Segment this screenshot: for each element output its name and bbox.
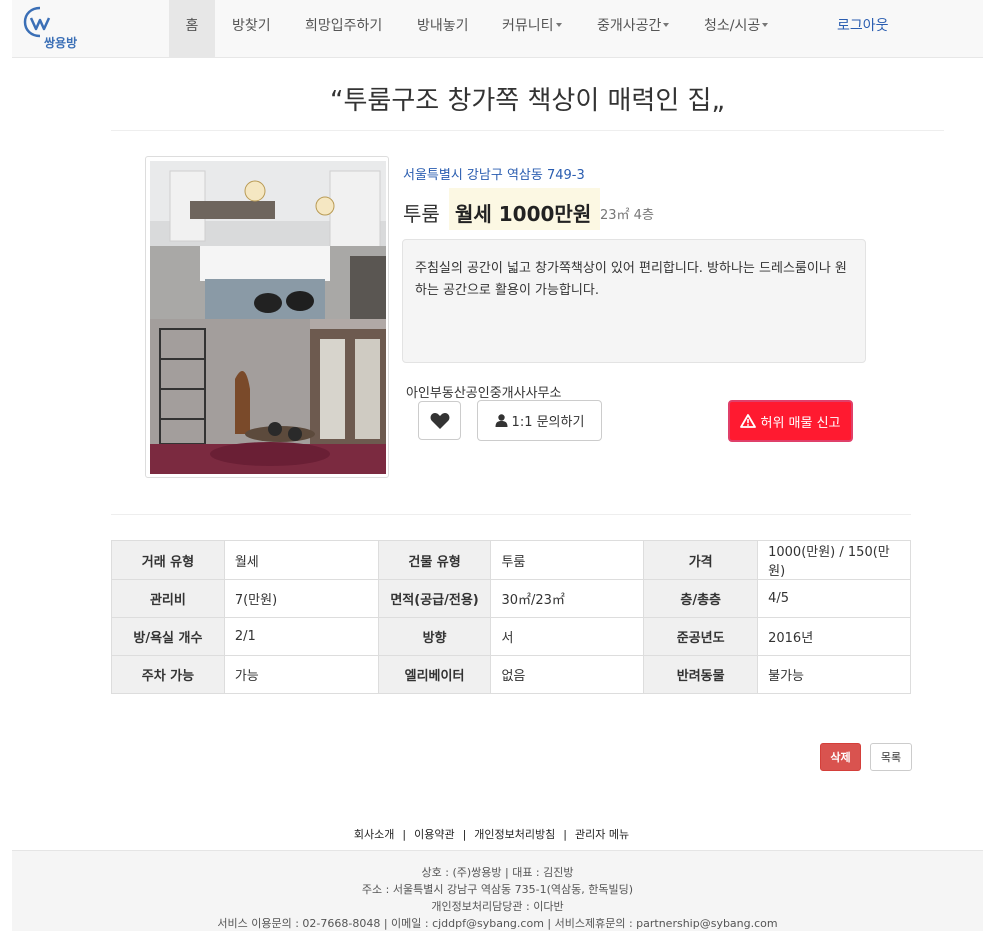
- footer-link-privacy[interactable]: 개인정보처리방침: [474, 828, 555, 841]
- detail-value: 1000(만원) / 150(만원): [757, 540, 911, 580]
- detail-label: 방/욕실 개수: [111, 617, 225, 656]
- detail-label: 층/총층: [643, 579, 759, 618]
- size-floor: 23㎡ 4층: [600, 208, 654, 223]
- footer: 상호 : (주)쌍용방 | 대표 : 김진방 주소 : 서울특별시 강남구 역삼…: [12, 850, 983, 931]
- warning-icon: [740, 414, 757, 428]
- footer-address: 주소 : 서울특별시 강남구 역삼동 735-1(역삼동, 한독빌딩): [361, 883, 634, 896]
- detail-value: 불가능: [757, 655, 911, 694]
- detail-label: 준공년도: [643, 617, 759, 656]
- chevron-down-icon: [663, 23, 670, 27]
- detail-value: 없음: [490, 655, 645, 694]
- inquiry-label: 1:1 문의하기: [511, 415, 585, 430]
- chevron-down-icon: [762, 23, 769, 27]
- detail-value: 투룸: [490, 540, 645, 580]
- inquiry-button[interactable]: 1:1 문의하기: [477, 400, 602, 441]
- listing-title: “투룸구조 창가쪽 책상이 매력인 집„: [330, 86, 725, 116]
- table-row: 방/욕실 개수 2/1 방향 서 준공년도 2016년: [111, 617, 911, 656]
- nav-logout[interactable]: 로그아웃: [837, 0, 889, 58]
- title-divider: [111, 130, 944, 131]
- listing-address: 서울특별시 강남구 역삼동 749-3: [403, 168, 585, 183]
- footer-link-admin[interactable]: 관리자 메뉴: [575, 828, 629, 841]
- user-icon: [495, 414, 508, 427]
- detail-value: 월세: [223, 540, 379, 580]
- nav-community-label: 커뮤니티: [502, 18, 554, 34]
- listing-price: 월세 1000만원: [455, 202, 592, 226]
- detail-label: 방향: [377, 617, 492, 656]
- table-row: 거래 유형 월세 건물 유형 투룸 가격 1000(만원) / 150(만원): [111, 540, 911, 580]
- footer-company: 상호 : (주)쌍용방 | 대표 : 김진방: [421, 866, 574, 879]
- nav-wish-move-in[interactable]: 희망입주하기: [305, 0, 382, 58]
- list-button[interactable]: 목록: [870, 743, 912, 771]
- detail-value: 가능: [223, 655, 379, 694]
- report-false-listing-button[interactable]: 허위 매물 신고: [728, 400, 853, 442]
- footer-link-terms[interactable]: 이용약관: [414, 828, 454, 841]
- separator: |: [462, 828, 467, 841]
- detail-value: 30㎡/23㎡: [490, 579, 645, 618]
- detail-label: 엘리베이터: [377, 655, 492, 694]
- report-label: 허위 매물 신고: [760, 415, 841, 431]
- separator: |: [402, 828, 407, 841]
- agency-name: 아인부동산공인중개사사무소: [406, 386, 562, 401]
- detail-value: 7(만원): [223, 579, 379, 618]
- detail-label: 반려동물: [643, 655, 759, 694]
- delete-button[interactable]: 삭제: [820, 743, 861, 771]
- listing-description: 주침실의 공간이 넓고 창가쪽책상이 있어 편리합니다. 방하나는 드레스룸이나…: [402, 239, 866, 363]
- nav-home[interactable]: 홈: [169, 0, 215, 58]
- footer-privacy-officer: 개인정보처리담당관 : 이다반: [431, 900, 564, 913]
- detail-label: 거래 유형: [111, 540, 225, 580]
- footer-link-about[interactable]: 회사소개: [354, 828, 394, 841]
- navbar: 쌍용방 홈 방찾기 희망입주하기 방내놓기 커뮤니티 중개사공간 청소/시공 로…: [12, 0, 983, 58]
- detail-value: 2/1: [223, 617, 379, 656]
- favorite-button[interactable]: [418, 401, 461, 440]
- living-room-photo: [150, 319, 386, 474]
- table-row: 관리비 7(만원) 면적(공급/전용) 30㎡/23㎡ 층/총층 4/5: [111, 579, 911, 618]
- nav-cleaning-label: 청소/시공: [704, 18, 761, 34]
- nav-cleaning[interactable]: 청소/시공: [704, 0, 769, 58]
- detail-label: 주차 가능: [111, 655, 225, 694]
- kitchen-photo: [150, 161, 386, 319]
- details-table: 거래 유형 월세 건물 유형 투룸 가격 1000(만원) / 150(만원) …: [111, 540, 911, 694]
- logo[interactable]: 쌍용방: [22, 5, 84, 51]
- detail-value: 2016년: [757, 617, 911, 656]
- chevron-down-icon: [555, 23, 562, 27]
- detail-value: 서: [490, 617, 645, 656]
- heart-icon: [430, 412, 449, 429]
- nav-list-room[interactable]: 방내놓기: [417, 0, 469, 58]
- nav-find-room[interactable]: 방찾기: [232, 0, 271, 58]
- logo-text: 쌍용방: [44, 36, 78, 50]
- detail-label: 관리비: [111, 579, 225, 618]
- detail-value: 4/5: [757, 579, 911, 618]
- detail-label: 건물 유형: [377, 540, 492, 580]
- section-divider: [111, 514, 911, 515]
- room-type: 투룸: [403, 202, 440, 226]
- table-row: 주차 가능 가능 엘리베이터 없음 반려동물 불가능: [111, 655, 911, 694]
- nav-agent-space[interactable]: 중개사공간: [597, 0, 670, 58]
- detail-label: 가격: [643, 540, 759, 580]
- nav-community[interactable]: 커뮤니티: [502, 0, 562, 58]
- nav-agent-space-label: 중개사공간: [597, 18, 662, 34]
- footer-links: 회사소개 | 이용약관 | 개인정보처리방침 | 관리자 메뉴: [0, 826, 983, 842]
- footer-contact: 서비스 이용문의 : 02-7668-8048 | 이메일 : cjddpf@s…: [217, 917, 778, 930]
- separator: |: [563, 828, 567, 841]
- detail-label: 면적(공급/전용): [377, 579, 492, 618]
- listing-photo[interactable]: [145, 156, 389, 478]
